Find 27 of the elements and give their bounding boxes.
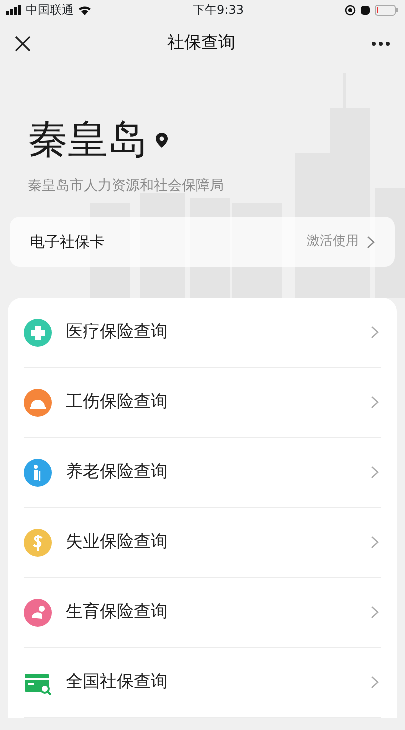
rotation-lock-icon: [344, 4, 356, 16]
menu-item[interactable]: 养老保险查询: [24, 438, 381, 508]
chevron-icon: [371, 466, 379, 479]
carrier-name: 中国联通: [26, 2, 74, 19]
menu-item[interactable]: 工伤保险查询: [24, 368, 381, 438]
location-pin-icon: [156, 132, 168, 148]
card-label: 电子社保卡: [30, 232, 105, 253]
status-time: 下午9:33: [192, 2, 245, 19]
battery-icon: [374, 4, 399, 16]
menu-item[interactable]: 失业保险查询: [24, 508, 381, 578]
close-button[interactable]: [14, 35, 32, 53]
chevron-icon: [371, 606, 379, 619]
city-name: 秦皇岛: [28, 118, 148, 162]
chevron-icon: [371, 676, 379, 689]
chevron-icon: [371, 536, 379, 549]
page-title: 社保查询: [166, 32, 236, 56]
chevron-icon: [367, 236, 375, 248]
wifi-icon: [78, 4, 92, 16]
chevron-icon: [371, 326, 379, 339]
more-button[interactable]: [371, 41, 391, 47]
bureau-name: 秦皇岛市人力资源和社会保障局: [28, 177, 225, 196]
social-security-card-row[interactable]: 电子社保卡 激活使用: [10, 217, 395, 267]
signal-icon: [6, 5, 22, 15]
menu-item[interactable]: 医疗保险查询: [24, 298, 381, 368]
menu-item[interactable]: 全国社保查询: [24, 648, 381, 718]
menu-item[interactable]: 生育保险查询: [24, 578, 381, 648]
chevron-icon: [371, 396, 379, 409]
